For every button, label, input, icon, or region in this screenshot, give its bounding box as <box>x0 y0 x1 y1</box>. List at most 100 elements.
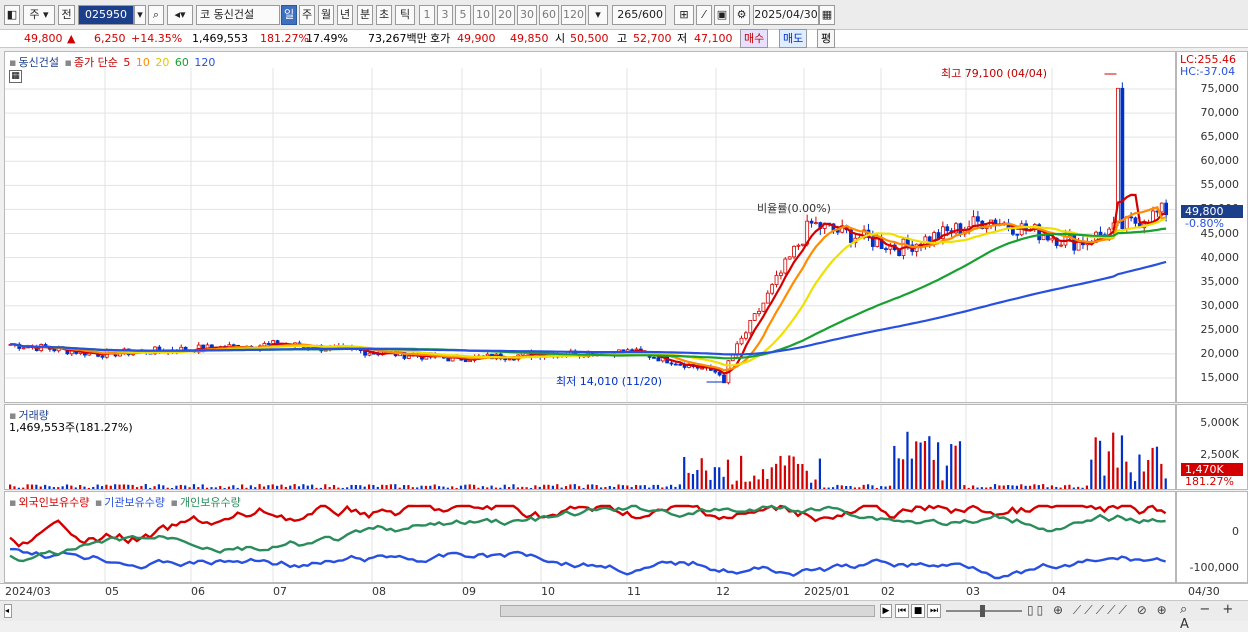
change-amount: 6,250 <box>94 32 126 45</box>
candle-body <box>783 258 788 274</box>
period-minute[interactable]: 분 <box>357 5 373 25</box>
code-dropdown-icon[interactable]: ▾ <box>134 5 146 25</box>
interval-120[interactable]: 120 <box>561 5 586 25</box>
interval-10[interactable]: 10 <box>473 5 493 25</box>
volume-bar <box>836 484 839 489</box>
calendar-icon[interactable]: ▦ <box>819 5 835 25</box>
volume-bar <box>83 486 86 489</box>
volume-bar <box>985 487 988 489</box>
drawing-tools-icon[interactable]: ▯▯ ⊕ ⟋⟋⟋⟋⟋ ⊘ ⊕ <box>1027 603 1170 618</box>
volume-bar <box>490 485 493 489</box>
window-icon[interactable]: ◧ <box>4 5 20 25</box>
interval-30[interactable]: 30 <box>517 5 537 25</box>
candle-body <box>779 272 783 276</box>
volume-bar <box>595 484 598 489</box>
volume-bar <box>464 484 467 489</box>
interval-5[interactable]: 5 <box>455 5 471 25</box>
buy-button[interactable]: 매수 <box>740 29 769 48</box>
period-day[interactable]: 일 <box>281 5 297 25</box>
candle-body <box>774 274 779 286</box>
interval-20[interactable]: 20 <box>495 5 515 25</box>
avg-button[interactable]: 평 <box>817 29 836 48</box>
save-icon[interactable]: ▣ <box>714 5 730 25</box>
period-month[interactable]: 월 <box>318 5 334 25</box>
zoom-icon[interactable]: ⊞ <box>674 5 694 25</box>
calculator-icon[interactable]: ▦ <box>9 70 22 83</box>
stock-name-field[interactable]: 코 동신건설 <box>196 5 280 25</box>
low-label: 저 <box>677 32 688 45</box>
volume-bar <box>262 486 266 489</box>
volume-bar <box>1160 463 1163 489</box>
date-input[interactable]: 2025/04/30 <box>753 5 819 25</box>
forward-icon[interactable]: ⏭ <box>927 604 941 618</box>
volume-bar <box>998 485 1001 489</box>
sell-button[interactable]: 매도 <box>779 29 808 48</box>
scroll-left-icon[interactable]: ◂ <box>4 604 12 618</box>
volume-bar <box>1103 475 1106 489</box>
volume-bar <box>192 484 196 489</box>
candle-body <box>367 352 372 356</box>
period-year[interactable]: 년 <box>337 5 353 25</box>
volume-bar <box>665 486 668 489</box>
volume-bar <box>398 487 401 489</box>
volume-pct-tag: 181.27% <box>1185 475 1234 488</box>
search-icon[interactable]: ⌕ <box>148 5 164 25</box>
interval-1[interactable]: 1 <box>419 5 435 25</box>
ask-label: 호가 <box>430 32 451 45</box>
interval-60[interactable]: 60 <box>539 5 559 25</box>
volume-bar <box>1077 486 1080 489</box>
period-week[interactable]: 주 <box>299 5 315 25</box>
period-second[interactable]: 초 <box>376 5 392 25</box>
volume-chart[interactable] <box>5 405 1176 490</box>
volume-bar <box>503 484 506 489</box>
play-icon[interactable]: ▶ <box>880 604 892 618</box>
speaker-icon[interactable]: ◂▾ <box>167 5 193 25</box>
volume-bar <box>849 485 852 489</box>
legend-ma60: 60 <box>174 56 189 69</box>
legend-ma10: 10 <box>135 56 150 69</box>
interval-3[interactable]: 3 <box>437 5 453 25</box>
gear-icon[interactable]: ⚙ <box>733 5 750 25</box>
market-select[interactable]: 주 ▾ <box>23 5 55 25</box>
volume-bar <box>639 485 642 489</box>
volume-bar <box>958 441 962 489</box>
stop-icon[interactable]: ■ <box>911 604 925 618</box>
volume-bar <box>564 486 568 489</box>
period-tick[interactable]: 틱 <box>395 5 415 25</box>
volume-pane[interactable]: ▪ 거래량 1,469,553주(181.27%) <box>4 404 1176 490</box>
rewind-icon[interactable]: ⏮ <box>895 604 909 618</box>
volume-bar <box>779 455 782 489</box>
interval-dropdown-icon[interactable]: ▾ <box>588 5 608 25</box>
volume-bar <box>468 484 471 489</box>
draw-icon[interactable]: ⁄ <box>696 5 712 25</box>
prev-button[interactable]: 전 <box>58 5 75 25</box>
volume-bar <box>61 486 64 489</box>
candle-body <box>463 359 468 363</box>
stock-code-input[interactable]: 025950 <box>78 5 134 25</box>
candle-body <box>673 363 678 366</box>
volume-bar <box>241 484 244 489</box>
zoom-slider-handle[interactable] <box>980 605 985 617</box>
volume-bar <box>810 482 813 489</box>
volume-bar <box>416 487 419 489</box>
volume-bar <box>722 476 725 489</box>
volume-bar <box>726 459 730 489</box>
price-chart[interactable] <box>5 52 1176 403</box>
x-label-04: 04 <box>1052 585 1066 598</box>
price-legend: ▪ 동신건설 ▪ 종가 단순 5 10 20 60 120 <box>9 54 217 70</box>
volume-bar <box>871 485 874 489</box>
candle-body <box>743 332 748 339</box>
candle-body <box>21 347 26 350</box>
price-chart-pane[interactable]: ▪ 동신건설 ▪ 종가 단순 5 10 20 60 120 ▦ 최고 79,100 … <box>4 51 1176 403</box>
zoom-controls-icon[interactable]: ⌕ − + A <box>1180 602 1248 632</box>
volume-bar <box>162 485 165 489</box>
candle-body <box>271 340 276 344</box>
ma-line-120 <box>10 260 1167 356</box>
volume-bar <box>30 484 34 489</box>
volume-bar <box>276 485 279 489</box>
count-input[interactable]: 265/600 <box>612 5 666 25</box>
holdings-pane[interactable]: ▪ 외국인보유수량 ▪ 기관보유수량 ▪ 개인보유수량 <box>4 491 1176 583</box>
volume-bar <box>70 485 73 489</box>
volume-bar <box>945 465 948 489</box>
scrollbar-thumb[interactable] <box>500 605 875 617</box>
